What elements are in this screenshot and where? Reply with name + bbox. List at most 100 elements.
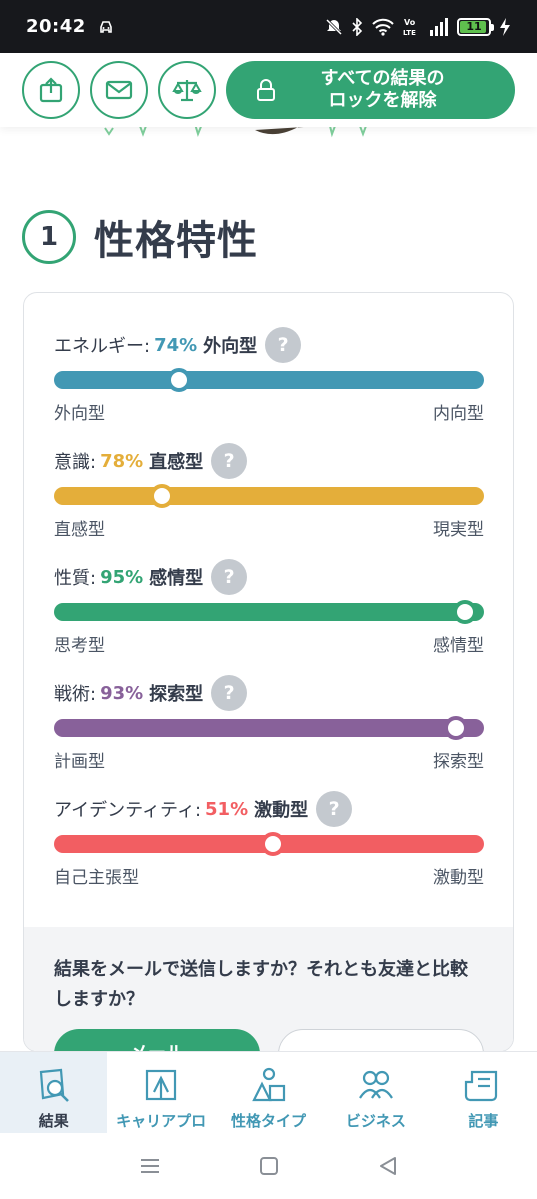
bluetooth-icon bbox=[352, 17, 363, 36]
recent-apps-icon[interactable] bbox=[139, 1157, 161, 1175]
trait-bar bbox=[54, 368, 484, 392]
trait-bar bbox=[54, 716, 484, 740]
section-number: 1 bbox=[22, 210, 76, 264]
status-bar: 20:42 Vo LTE 11 bbox=[0, 0, 537, 53]
help-icon[interactable]: ? bbox=[211, 675, 248, 711]
share-prompt: 結果をメールで送信しますか？それとも友達と比較しますか？ bbox=[54, 959, 468, 1010]
trait-bar bbox=[54, 484, 484, 508]
result-toolbar: すべての結果の ロックを解除 bbox=[0, 53, 537, 127]
trait-percent: 95% bbox=[100, 566, 144, 588]
help-icon[interactable]: ? bbox=[316, 791, 353, 827]
personality-types-icon bbox=[251, 1067, 285, 1102]
battery-indicator: 11 bbox=[457, 17, 494, 36]
share-results-box: 結果をメールで送信しますか？それとも友達と比較しますか？ メール bbox=[24, 927, 513, 1051]
trait-name: 意識: bbox=[54, 452, 97, 473]
system-navigation bbox=[0, 1133, 537, 1199]
trait-label: 戦術: 93% 探索型? bbox=[54, 675, 484, 711]
trait-row: アイデンティティ: 51% 激動型? 自己主張型 激動型 bbox=[54, 791, 484, 888]
nav-articles[interactable]: 記事 bbox=[430, 1052, 537, 1133]
scales-icon bbox=[172, 80, 202, 102]
trait-marker bbox=[261, 832, 286, 856]
trait-marker bbox=[166, 368, 191, 392]
trait-right-label: 激動型 bbox=[433, 868, 484, 888]
trait-name: アイデンティティ: bbox=[54, 800, 202, 821]
bottom-navigation: 結果 キャリアプロ 性格タイプ ビジネス 記事 bbox=[0, 1051, 537, 1133]
compare-friends-button[interactable] bbox=[278, 1029, 484, 1051]
svg-text:Vo: Vo bbox=[404, 18, 416, 27]
trait-row: エネルギー: 74% 外向型? 外向型 内向型 bbox=[54, 327, 484, 424]
nav-label: 性格タイプ bbox=[231, 1112, 307, 1130]
section-header: 1 性格特性 bbox=[22, 208, 258, 266]
articles-icon bbox=[465, 1070, 498, 1102]
trait-row: 戦術: 93% 探索型? 計画型 探索型 bbox=[54, 675, 484, 772]
android-auto-icon bbox=[99, 20, 112, 33]
business-icon bbox=[358, 1070, 393, 1099]
svg-text:LTE: LTE bbox=[403, 29, 416, 37]
trait-type: 感情型 bbox=[149, 568, 204, 589]
traits-card: エネルギー: 74% 外向型? 外向型 内向型 意識: 78% 直感型? 直感型 現実型 性質: 95… bbox=[23, 292, 514, 1052]
help-icon[interactable]: ? bbox=[265, 327, 302, 363]
career-icon bbox=[146, 1069, 177, 1101]
trait-left-label: 計画型 bbox=[54, 752, 105, 772]
wifi-icon bbox=[372, 18, 394, 36]
trait-marker bbox=[452, 600, 477, 624]
section-title: 性格特性 bbox=[94, 218, 258, 264]
trait-left-label: 思考型 bbox=[54, 636, 105, 656]
compare-button[interactable] bbox=[158, 61, 216, 119]
status-time: 20:42 bbox=[26, 16, 86, 37]
trait-label: エネルギー: 74% 外向型? bbox=[54, 327, 484, 363]
share-icon bbox=[39, 77, 63, 103]
nav-label: 記事 bbox=[468, 1112, 499, 1130]
trait-right-label: 内向型 bbox=[433, 404, 484, 424]
help-icon[interactable]: ? bbox=[211, 559, 248, 595]
signal-icon bbox=[430, 17, 448, 36]
trait-percent: 51% bbox=[205, 798, 249, 820]
trait-label: アイデンティティ: 51% 激動型? bbox=[54, 791, 484, 827]
charging-icon bbox=[500, 17, 510, 36]
mail-icon bbox=[105, 80, 133, 100]
trait-percent: 78% bbox=[100, 450, 144, 472]
trait-right-label: 探索型 bbox=[433, 752, 484, 772]
lock-icon bbox=[257, 79, 275, 101]
trait-row: 意識: 78% 直感型? 直感型 現実型 bbox=[54, 443, 484, 540]
unlock-all-results-button[interactable]: すべての結果の ロックを解除 bbox=[226, 61, 515, 119]
trait-right-label: 感情型 bbox=[433, 636, 484, 656]
trait-name: 戦術: bbox=[54, 684, 97, 705]
back-icon[interactable] bbox=[378, 1156, 398, 1176]
help-icon[interactable]: ? bbox=[211, 443, 248, 479]
nav-personality-types[interactable]: 性格タイプ bbox=[215, 1052, 322, 1133]
mute-icon bbox=[325, 18, 343, 35]
trait-type: 外向型 bbox=[203, 336, 258, 357]
trait-type: 直感型 bbox=[149, 452, 204, 473]
trait-right-label: 現実型 bbox=[433, 520, 484, 540]
results-icon bbox=[39, 1068, 69, 1102]
nav-label: ビジネス bbox=[345, 1112, 406, 1130]
trait-type: 激動型 bbox=[254, 800, 309, 821]
trait-marker bbox=[149, 484, 174, 508]
nav-career[interactable]: キャリアプロ bbox=[107, 1052, 214, 1133]
trait-marker bbox=[444, 716, 469, 740]
trait-left-label: 直感型 bbox=[54, 520, 105, 540]
trait-label: 性質: 95% 感情型? bbox=[54, 559, 484, 595]
email-button[interactable] bbox=[90, 61, 148, 119]
nav-results[interactable]: 結果 bbox=[0, 1052, 108, 1133]
nav-business[interactable]: ビジネス bbox=[322, 1052, 429, 1133]
trait-percent: 93% bbox=[100, 682, 144, 704]
volte-icon: Vo LTE bbox=[403, 18, 416, 37]
trait-type: 探索型 bbox=[149, 684, 204, 705]
trait-left-label: 自己主張型 bbox=[54, 868, 139, 888]
trait-left-label: 外向型 bbox=[54, 404, 105, 424]
trait-bar bbox=[54, 600, 484, 624]
send-email-button[interactable]: メール bbox=[54, 1029, 260, 1051]
trait-row: 性質: 95% 感情型? 思考型 感情型 bbox=[54, 559, 484, 656]
trait-percent: 74% bbox=[154, 334, 198, 356]
trait-bar bbox=[54, 832, 484, 856]
unlock-button-label: すべての結果の ロックを解除 bbox=[320, 68, 445, 111]
share-button[interactable] bbox=[22, 61, 80, 119]
nav-label: キャリアプロ bbox=[116, 1112, 207, 1130]
trait-name: 性質: bbox=[54, 568, 97, 589]
trait-label: 意識: 78% 直感型? bbox=[54, 443, 484, 479]
nav-label: 結果 bbox=[38, 1112, 69, 1130]
home-icon[interactable] bbox=[259, 1156, 279, 1176]
trait-name: エネルギー: bbox=[54, 336, 151, 357]
